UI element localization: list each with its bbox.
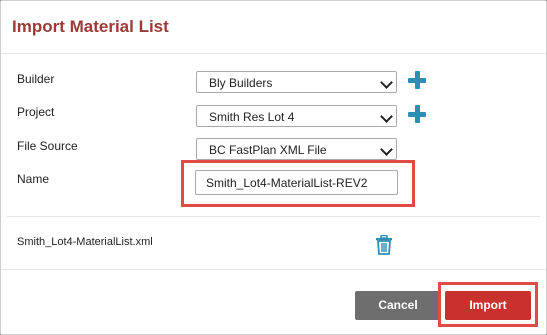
file-name: Smith_Lot4-MaterialList.xml	[17, 236, 153, 248]
chevron-down-icon	[380, 110, 393, 123]
project-select-value: Smith Res Lot 4	[209, 110, 295, 124]
file-source-select-value: BC FastPlan XML File	[209, 143, 327, 157]
file-source-select[interactable]: BC FastPlan XML File	[196, 138, 397, 160]
import-material-list-dialog: Import Material List Builder Bly Builder…	[0, 0, 547, 335]
add-project-plus-icon[interactable]	[407, 104, 427, 124]
chevron-down-icon	[380, 76, 393, 89]
builder-select-value: Bly Builders	[209, 76, 273, 90]
builder-select[interactable]: Bly Builders	[196, 71, 397, 93]
chevron-down-icon	[380, 143, 393, 156]
trash-icon[interactable]	[375, 235, 393, 255]
file-source-label: File Source	[17, 139, 78, 153]
add-builder-plus-icon[interactable]	[407, 70, 427, 90]
name-input[interactable]: Smith_Lot4-MaterialList-REV2	[195, 170, 398, 195]
project-select[interactable]: Smith Res Lot 4	[196, 105, 397, 127]
import-button[interactable]: Import	[445, 291, 531, 320]
footer-divider	[1, 269, 546, 270]
divider	[7, 216, 540, 217]
header-divider	[1, 53, 546, 54]
builder-label: Builder	[17, 72, 55, 86]
cancel-button[interactable]: Cancel	[355, 291, 441, 320]
dialog-title: Import Material List	[12, 17, 169, 36]
name-label: Name	[17, 172, 50, 186]
project-label: Project	[17, 105, 55, 119]
